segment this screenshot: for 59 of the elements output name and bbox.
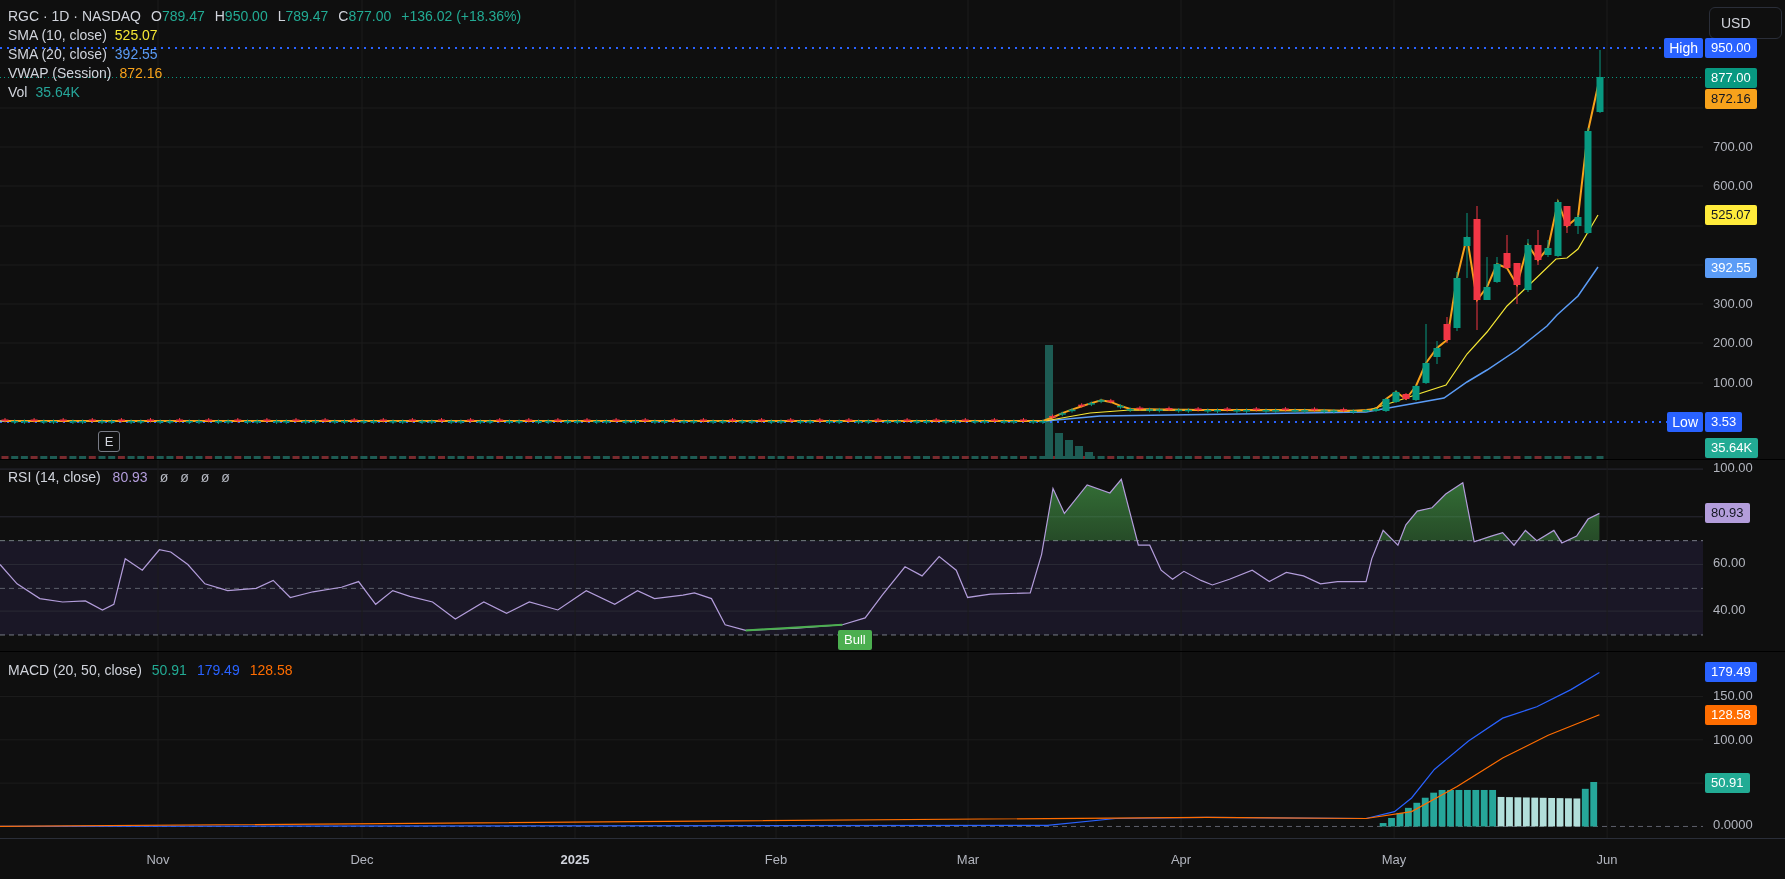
- symbol-title: RGC · 1D · NASDAQ: [8, 8, 141, 24]
- time-axis-label: May: [1381, 851, 1407, 869]
- ohlc-value: O789.47: [151, 8, 205, 24]
- macd-axis-label: 179.49: [1705, 662, 1757, 682]
- empty-value: ø: [200, 469, 210, 485]
- rsi-title: RSI (14, close): [8, 469, 101, 485]
- empty-value: ø: [180, 469, 189, 485]
- time-axis-label: Nov: [146, 851, 170, 869]
- macd-axis-label: 128.58: [1705, 705, 1757, 725]
- price-axis-label: 35.64K: [1705, 438, 1759, 458]
- price-axis-label: 525.07: [1705, 205, 1757, 225]
- axis-tick-label: 150.00: [1713, 688, 1753, 704]
- empty-value: ø: [221, 469, 230, 485]
- axis-tick-label: 100.00: [1713, 375, 1753, 391]
- currency-button[interactable]: USD: [1709, 7, 1782, 39]
- empty-value: ø: [159, 469, 169, 485]
- indicator-name: Vol: [8, 84, 28, 100]
- macd-value: 128.58: [249, 662, 293, 678]
- time-axis-label: Mar: [956, 851, 980, 869]
- price-axis-label: 950.00: [1705, 38, 1757, 58]
- time-axis-label: 2025: [560, 851, 590, 869]
- indicator-name: VWAP (Session): [8, 65, 112, 81]
- macd-axis-label: 50.91: [1705, 773, 1750, 793]
- indicator-name: SMA (20, close): [8, 46, 107, 62]
- time-axis-label: Jun: [1596, 851, 1618, 869]
- time-axis-label: Apr: [1170, 851, 1192, 869]
- macd-value: 179.49: [196, 662, 240, 678]
- indicator-value: 872.16: [119, 65, 163, 81]
- indicator-value: 392.55: [114, 46, 158, 62]
- indicator-value: 525.07: [114, 27, 158, 43]
- time-axis-label: Feb: [764, 851, 788, 869]
- ohlc-value: H950.00: [214, 8, 268, 24]
- macd-value: 50.91: [151, 662, 187, 678]
- axis-tick-label: 600.00: [1713, 178, 1753, 194]
- price-axis-label: 872.16: [1705, 89, 1757, 109]
- price-marker-tag: Low: [1667, 412, 1703, 432]
- price-axis-label: 392.55: [1705, 258, 1757, 278]
- axis-tick-label: 60.00: [1713, 555, 1746, 571]
- axis-tick-label: 300.00: [1713, 296, 1753, 312]
- indicator-name: SMA (10, close): [8, 27, 107, 43]
- rsi-value: 80.93: [112, 469, 148, 485]
- time-axis-label: Dec: [350, 851, 374, 869]
- bull-divergence-label: Bull: [838, 630, 872, 650]
- axis-tick-label: 0.0000: [1713, 817, 1753, 833]
- price-marker-tag: High: [1664, 38, 1703, 58]
- price-change: +136.02 (+18.36%): [401, 8, 522, 24]
- axis-tick-label: 100.00: [1713, 460, 1753, 476]
- price-axis-label: 877.00: [1705, 68, 1757, 88]
- ohlc-value: L789.47: [277, 8, 329, 24]
- earnings-marker: E: [98, 431, 120, 452]
- ohlc-value: C877.00: [338, 8, 392, 24]
- axis-tick-label: 200.00: [1713, 335, 1753, 351]
- macd-title: MACD (20, 50, close): [8, 662, 142, 678]
- axis-tick-label: 40.00: [1713, 602, 1746, 618]
- price-axis-label: 3.53: [1705, 412, 1743, 432]
- rsi-axis-label: 80.93: [1705, 503, 1750, 523]
- axis-tick-label: 100.00: [1713, 732, 1753, 748]
- indicator-value: 35.64K: [35, 84, 80, 100]
- axis-tick-label: 700.00: [1713, 139, 1753, 155]
